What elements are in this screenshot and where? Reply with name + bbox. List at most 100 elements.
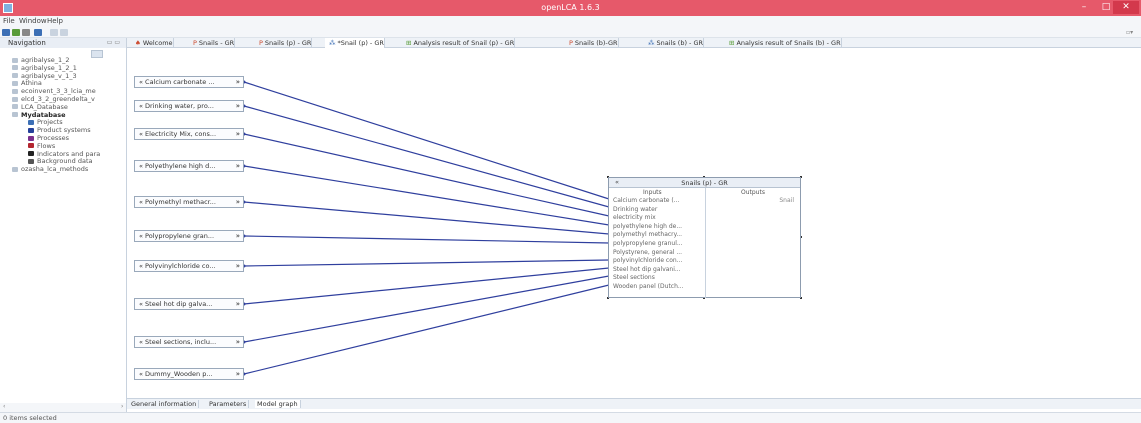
provider-box[interactable]: « Steel sections, inclu...» [134,336,244,348]
view-controls-icon[interactable]: ▭ ▭ [107,39,120,46]
editor-tab-bar: ♠ Welcome P Snails - GR P Snails (p) - GR ⁂ *Sn… [127,38,1141,48]
tree-item[interactable]: ecoinvent_3_3_lcia_me [12,87,96,95]
input-flow[interactable]: Wooden panel (Dutch... [613,283,703,290]
input-flow[interactable]: polyethylene high de... [613,223,703,230]
editor-tab[interactable]: ♠ Welcome [131,38,174,48]
menu-help[interactable]: Help [47,17,63,25]
tree-item[interactable]: Athina [12,79,42,87]
input-flow[interactable]: Calcium carbonate (... [613,197,703,204]
tree-item[interactable]: elcd_3_2_greendelta_v [12,95,95,103]
back-icon[interactable] [50,29,58,36]
expand-right-icon[interactable]: » [236,129,240,139]
minimize-button[interactable]: – [1073,1,1095,14]
provider-box[interactable]: « Polypropylene gran...» [134,230,244,242]
tree-item[interactable]: ozasha_lca_methods [12,165,88,173]
editor-tab[interactable]: P Snails (b)-GR [565,38,619,48]
menu-bar: File Window Help [0,16,1141,27]
save-all-icon[interactable] [22,29,30,36]
save-icon[interactable] [12,29,20,36]
tree-item[interactable]: LCA_Database [12,103,68,111]
editor-tab[interactable]: ⁂ *Snail (p) - GR [325,38,385,48]
tab-label: Welcome [142,39,173,47]
tree-item-label: Indicators and para [37,149,101,158]
editor-tab[interactable]: P Snails - GR [189,38,236,48]
tree-item-label: Projects [37,118,63,127]
tree-item-label: agribalyse_1_2 [21,56,70,64]
navigation-scrollbar[interactable]: ‹ › [0,403,127,412]
input-flow[interactable]: Steel hot dip galvani... [613,266,703,273]
tab-general-information[interactable]: General information [129,400,200,408]
tab-model-graph[interactable]: Model graph [255,400,301,408]
expand-right-icon[interactable]: » [236,299,240,309]
expand-right-icon[interactable]: » [236,337,240,347]
provider-box[interactable]: « Electricity Mix, cons...» [134,128,244,140]
editor-tab[interactable]: ⊞ Analysis result of Snails (b) - GR [725,38,842,48]
folder-icon [28,143,34,149]
tree-item[interactable]: Product systems [28,126,91,134]
close-button[interactable]: ✕ [1113,1,1139,14]
provider-box[interactable]: « Polyvinylchloride co...» [134,260,244,272]
database-icon [12,112,18,118]
tab-label: *Snail (p) - GR [337,39,384,47]
tab-label: Snails (b) - GR [656,39,704,47]
database-icon [12,65,18,71]
scroll-right-icon[interactable]: › [121,403,123,410]
tree-item[interactable]: agribalyse_1_2_1 [12,64,77,72]
tree-item[interactable]: Processes [28,134,69,142]
menu-window[interactable]: Window [19,17,47,25]
database-icon [12,96,18,102]
main-process-box[interactable]: « Snails (p) - GR Inputs Outputs Calcium… [608,177,801,298]
editor-tab[interactable]: P Snails (p) - GR [255,38,313,48]
inputs-header: Inputs [643,189,662,196]
folder-icon [28,119,34,125]
input-flow[interactable]: Steel sections [613,274,703,281]
tree-item[interactable]: agribalyse_1_2 [12,56,70,64]
input-flow[interactable]: Drinking water [613,206,703,213]
expand-right-icon[interactable]: » [236,161,240,171]
tree-item[interactable]: Background data [28,157,93,165]
tab-label: Snails (b)-GR [574,39,618,47]
provider-box[interactable]: « Polymethyl methacr...» [134,196,244,208]
tree-item[interactable]: Flows [28,142,55,150]
tree-item-label: Flows [37,141,56,150]
tab-label: Snails - GR [198,39,235,47]
input-flow[interactable]: Polystyrene, general ... [613,249,703,256]
menu-file[interactable]: File [3,17,15,25]
expand-right-icon[interactable]: » [236,369,240,379]
provider-box[interactable]: « Polyethylene high d...» [134,160,244,172]
expand-right-icon[interactable]: » [236,231,240,241]
database-icon [12,73,18,79]
expand-right-icon[interactable]: » [236,197,240,207]
scroll-left-icon[interactable]: ‹ [3,403,5,410]
collapse-all-icon[interactable] [91,50,103,58]
editor-tab[interactable]: ⊞ Analysis result of Snail (p) - GR [402,38,516,48]
provider-box-label: Electricity Mix, cons... [145,130,217,138]
tab-label: Analysis result of Snails (b) - GR [736,39,841,47]
provider-box[interactable]: « Dummy_Wooden p...» [134,368,244,380]
tree-item[interactable]: Projects [28,118,63,126]
view-menu-icon[interactable]: ▫▾ [1126,29,1133,36]
forward-icon[interactable] [60,29,68,36]
input-flow[interactable]: polypropylene granul... [613,240,703,247]
import-icon[interactable] [34,29,42,36]
input-flow[interactable]: electricity mix [613,214,703,221]
provider-box-label: Polypropylene gran... [145,232,215,240]
provider-box[interactable]: « Steel hot dip galva...» [134,298,244,310]
navigation-panel: agribalyse_1_2 agribalyse_1_2_1 agribalyse… [0,48,127,403]
tree-item[interactable]: Indicators and para [28,150,100,158]
editor-tab[interactable]: ⁂ Snails (b) - GR [644,38,705,48]
output-snail[interactable]: Snail [779,197,794,204]
expand-right-icon[interactable]: » [236,101,240,111]
provider-box[interactable]: « Calcium carbonate ...» [134,76,244,88]
input-flow[interactable]: polyvinylchloride con... [613,257,703,264]
tree-item[interactable]: agribalyse_v_1_3 [12,72,77,80]
provider-box[interactable]: « Drinking water, pro...» [134,100,244,112]
expand-right-icon[interactable]: » [236,261,240,271]
input-flow[interactable]: polymethyl methacry... [613,231,703,238]
provider-box-label: Polyethylene high d... [145,162,216,170]
tab-parameters[interactable]: Parameters [207,400,250,408]
tree-item[interactable]: Mydatabase [12,111,66,119]
new-icon[interactable] [2,29,10,36]
expand-right-icon[interactable]: » [236,77,240,87]
tree-item-label: agribalyse_v_1_3 [21,71,77,80]
